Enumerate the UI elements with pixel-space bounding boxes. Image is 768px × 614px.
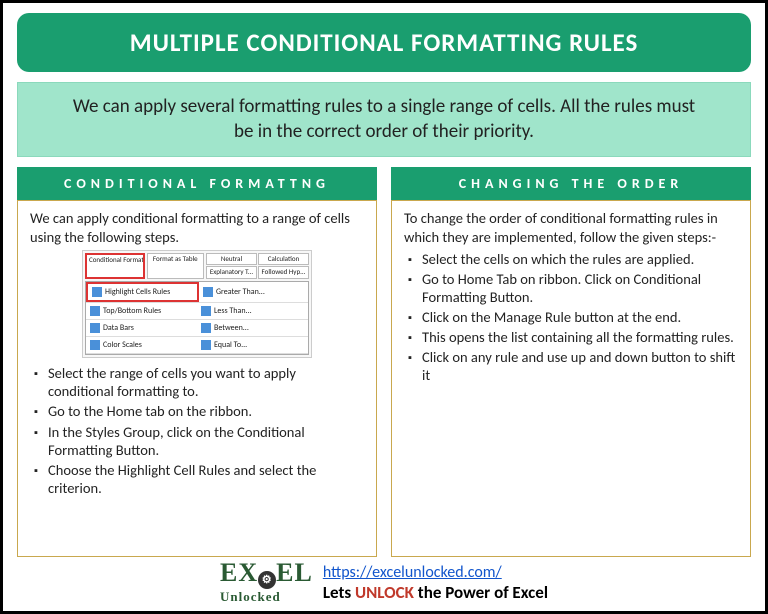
logo-small-text: Unlocked	[220, 589, 313, 605]
list-item: Click on the Manage Rule button at the e…	[404, 308, 738, 326]
menu-equal-to: Equal To...	[197, 337, 308, 353]
footer-text: https://excelunlocked.com/ Lets UNLOCK t…	[323, 563, 548, 603]
menu-top-bottom: Top/Bottom Rules	[86, 303, 197, 319]
intro-text: We can apply several formatting rules to…	[17, 82, 751, 157]
left-column: CONDITIONAL FORMATTNG We can apply condi…	[17, 167, 377, 557]
left-heading: CONDITIONAL FORMATTNG	[17, 167, 377, 200]
infographic-card: MULTIPLE CONDITIONAL FORMATTING RULES We…	[0, 0, 768, 614]
title-bar: MULTIPLE CONDITIONAL FORMATTING RULES	[17, 13, 751, 72]
style-neutral: Neutral	[206, 253, 257, 266]
style-explanatory: Explanatory T...	[206, 266, 257, 279]
menu-greater-than: Greater Than...	[199, 282, 308, 302]
excel-ribbon-screenshot: Conditional Formatting Format as Table N…	[82, 250, 312, 359]
right-body: To change the order of conditional forma…	[391, 200, 751, 557]
main-title: MULTIPLE CONDITIONAL FORMATTING RULES	[27, 27, 741, 58]
logo-big-text: EX⚙EL	[220, 561, 313, 589]
ribbon-format-as-table: Format as Table	[147, 253, 205, 280]
ribbon-conditional-formatting: Conditional Formatting	[85, 253, 145, 280]
menu-less-than: Less Than...	[197, 303, 308, 319]
right-heading: CHANGING THE ORDER	[391, 167, 751, 200]
menu-between: Between...	[197, 320, 308, 336]
left-body: We can apply conditional formatting to a…	[17, 200, 377, 557]
menu-color-scales: Color Scales	[86, 337, 197, 353]
list-item: Choose the Highlight Cell Rules and sele…	[30, 461, 364, 497]
right-column: CHANGING THE ORDER To change the order o…	[391, 167, 751, 557]
menu-data-bars: Data Bars	[86, 320, 197, 336]
columns: CONDITIONAL FORMATTNG We can apply condi…	[17, 167, 751, 557]
list-item: Select the range of cells you want to ap…	[30, 364, 364, 400]
list-item: This opens the list containing all the f…	[404, 328, 738, 346]
gear-icon: ⚙	[258, 571, 276, 589]
right-bullets: Select the cells on which the rules are …	[404, 250, 738, 385]
left-lead: We can apply conditional formatting to a…	[30, 209, 364, 245]
list-item: In the Styles Group, click on the Condit…	[30, 423, 364, 459]
list-item: Go to Home Tab on ribbon. Click on Condi…	[404, 270, 738, 306]
style-calculation: Calculation	[258, 253, 309, 266]
menu-highlight-cells: Highlight Cells Rules	[86, 282, 199, 302]
logo: EX⚙EL Unlocked	[220, 561, 313, 605]
right-lead: To change the order of conditional forma…	[404, 209, 738, 245]
list-item: Go to the Home tab on the ribbon.	[30, 402, 364, 420]
style-followed: Followed Hyp...	[258, 266, 309, 279]
footer: EX⚙EL Unlocked https://excelunlocked.com…	[17, 557, 751, 605]
tagline: Lets UNLOCK the Power of Excel	[323, 582, 548, 603]
ribbon-dropdown-menu: Highlight Cells RulesGreater Than... Top…	[85, 281, 309, 355]
list-item: Click on any rule and use up and down bu…	[404, 348, 738, 384]
list-item: Select the cells on which the rules are …	[404, 250, 738, 268]
site-link[interactable]: https://excelunlocked.com/	[323, 563, 502, 582]
left-bullets: Select the range of cells you want to ap…	[30, 364, 364, 497]
